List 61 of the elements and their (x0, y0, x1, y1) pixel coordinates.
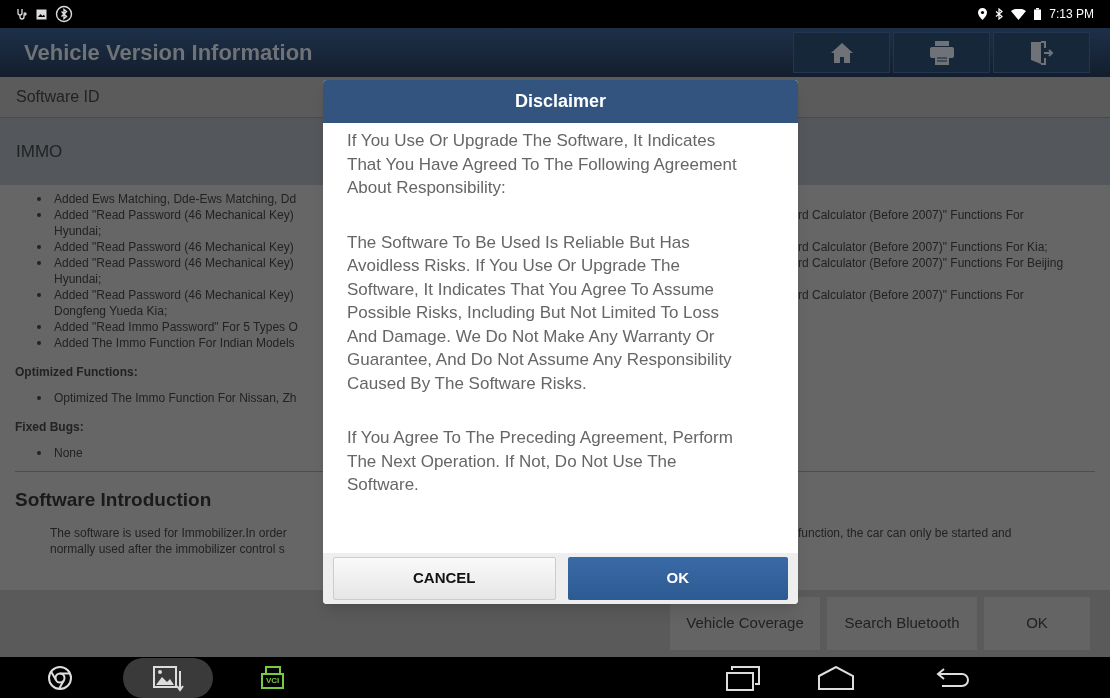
list-text: Added "Read Password (46 Mechanical Key) (54, 207, 294, 223)
location-icon (978, 8, 988, 20)
printer-icon (929, 40, 954, 65)
list-text: rd Calculator (Before 2007)" Functions For (798, 207, 1025, 224)
bullet-icon (37, 341, 41, 345)
cancel-button[interactable]: CANCEL (333, 557, 556, 600)
list-text: Added The Immo Function For Indian Models (54, 335, 295, 351)
list-heading: Fixed Bugs: (15, 419, 84, 436)
list-text: Added Ews Matching, Dde-Ews Matching, Dd (54, 191, 297, 207)
battery-icon (1034, 8, 1042, 20)
image-icon (36, 8, 47, 20)
paragraph-text: The software is used for Immobilizer.In order (49, 524, 288, 541)
list-heading: Optimized Functions: (15, 364, 138, 381)
bullet-icon (37, 451, 41, 455)
disclaimer-text: The Software To Be Used Is Reliable But Has Avoidless Risks. If You Use Or Upgrade The Software, It Indicates That You Agree To Assume Possible Risks, Including But Not Limited To Loss And Damage. We Do Not Make Any Warranty Or Guarantee, And Do Not Assume Any Responsibility Caused By The Software Risks. (347, 231, 733, 395)
list-text: Hyundai; (54, 271, 103, 287)
list-text: Added "Read Password (46 Mechanical Key) (54, 287, 294, 303)
bullet-icon (37, 293, 41, 297)
list-text: Dongfeng Yueda Kia; (54, 303, 169, 319)
list-text: None (54, 445, 83, 461)
list-text: Added "Read Immo Password" For 5 Types O (54, 319, 298, 335)
home-icon (830, 42, 853, 63)
action-button[interactable]: Search Bluetooth (827, 597, 977, 650)
list-text: Added "Read Password (46 Mechanical Key) (54, 255, 294, 271)
home-button[interactable] (793, 32, 890, 73)
wifi-icon (1011, 8, 1027, 20)
stethoscope-icon (16, 8, 28, 20)
disclaimer-text: If You Agree To The Preceding Agreement, Perform The Next Operation. If Not, Do Not Use The Software. (347, 427, 734, 496)
list-text: Hyundai; (54, 223, 103, 239)
paragraph-text: function, the car can only be started and (798, 524, 1013, 541)
bullet-icon (37, 213, 41, 217)
paragraph-text: normally used after the immobilizer control s (49, 540, 286, 557)
home-icon (818, 665, 855, 690)
exit-button[interactable] (993, 32, 1090, 73)
bluetooth-icon (55, 5, 73, 23)
page-title: Vehicle Version Information (24, 39, 313, 67)
bluetooth-icon (995, 8, 1004, 20)
disclaimer-text: If You Use Or Upgrade The Software, It Indicates That You Have Agreed To The Following Agreement About Responsibility: (347, 130, 738, 199)
list-text: Optimized The Immo Function For Nissan, Zh (54, 390, 297, 406)
list-text: rd Calculator (Before 2007)" Functions For Beijing (798, 255, 1065, 272)
back-icon (936, 665, 971, 690)
bullet-icon (37, 325, 41, 329)
list-text: rd Calculator (Before 2007)" Functions For (798, 287, 1025, 304)
exit-door-icon (1028, 39, 1055, 66)
list-text: rd Calculator (Before 2007)" Functions For Kia; (798, 239, 1049, 255)
bullet-icon (37, 396, 41, 400)
print-button[interactable] (893, 32, 990, 73)
software-id-label: Software ID (16, 87, 100, 107)
bullet-icon (37, 261, 41, 265)
ok-button[interactable]: OK (567, 557, 788, 600)
recent-apps-icon (726, 664, 761, 691)
browser-icon (47, 664, 73, 691)
bullet-icon (37, 245, 41, 249)
bullet-icon (37, 197, 41, 201)
action-button[interactable]: OK (984, 597, 1090, 650)
list-text: Added "Read Password (46 Mechanical Key) (54, 239, 294, 255)
gallery-button[interactable] (123, 657, 213, 698)
clock-time: 7:13 PM (1049, 6, 1094, 23)
section-title: IMMO (16, 140, 63, 163)
section-heading: Software Introduction (15, 488, 212, 512)
dialog-title: Disclaimer (514, 90, 607, 113)
